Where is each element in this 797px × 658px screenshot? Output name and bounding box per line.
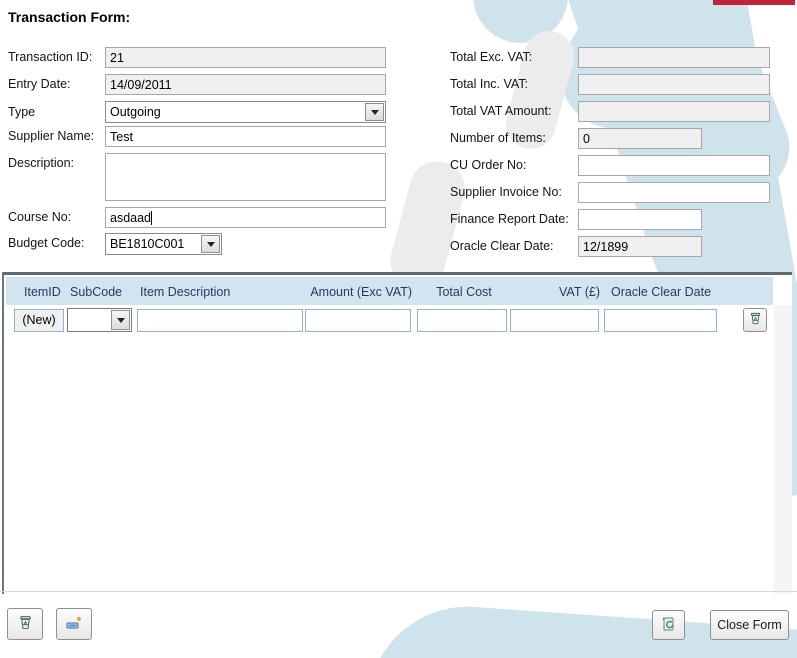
- column-header-amount-exc-vat: Amount (Exc VAT): [310, 285, 412, 299]
- course-no-label: Course No:: [8, 210, 72, 224]
- type-label: Type: [8, 105, 36, 119]
- items-subform: ItemID SubCode Item Description Amount (…: [2, 272, 792, 594]
- close-form-button[interactable]: Close Form: [710, 610, 789, 640]
- trash-icon: [17, 614, 34, 634]
- transaction-id-field[interactable]: [105, 47, 386, 68]
- column-header-item-description: Item Description: [140, 285, 231, 299]
- total-vat-amount-field[interactable]: [578, 101, 770, 122]
- items-table-header: ItemID SubCode Item Description Amount (…: [6, 277, 773, 305]
- total-exc-vat-label: Total Exc. VAT:: [450, 50, 533, 64]
- number-of-items-label: Number of Items:: [450, 131, 546, 145]
- page-title: Transaction Form:: [8, 9, 131, 25]
- subform-scrollbar-track[interactable]: [774, 305, 792, 594]
- budget-code-combobox[interactable]: BE1810C001: [105, 233, 222, 255]
- row-total-cost-field[interactable]: [417, 309, 507, 332]
- supplier-name-label: Supplier Name:: [8, 129, 95, 143]
- total-inc-vat-field[interactable]: [578, 74, 770, 95]
- description-label: Description:: [8, 156, 74, 170]
- total-inc-vat-label: Total Inc. VAT:: [450, 77, 529, 91]
- column-header-subcode: SubCode: [70, 285, 123, 299]
- number-of-items-field[interactable]: [578, 128, 702, 149]
- supplier-invoice-no-field[interactable]: [578, 182, 770, 203]
- chevron-down-icon[interactable]: [111, 310, 130, 330]
- row-item-description-field[interactable]: [137, 309, 303, 332]
- column-header-itemid: ItemID: [24, 285, 61, 299]
- delete-record-button[interactable]: [7, 608, 43, 640]
- chevron-down-icon[interactable]: [365, 103, 384, 121]
- total-vat-amount-label: Total VAT Amount:: [450, 104, 552, 118]
- column-header-vat: VAT (£): [559, 285, 600, 299]
- budget-code-label: Budget Code:: [8, 236, 85, 250]
- footer-divider: [0, 591, 797, 592]
- finance-report-date-field[interactable]: [578, 209, 702, 230]
- window-accent-bar: [713, 0, 795, 5]
- form-content: Transaction Form: Transaction ID: Entry …: [0, 0, 797, 658]
- transaction-id-label: Transaction ID:: [8, 50, 93, 64]
- new-record-icon: [65, 614, 83, 635]
- row-amount-exc-vat-field[interactable]: [305, 309, 411, 332]
- row-oracle-clear-date-field[interactable]: [604, 309, 717, 332]
- budget-code-combobox-value: BE1810C001: [110, 237, 185, 251]
- row-itemid-cell: (New): [14, 309, 64, 332]
- oracle-clear-date-label: Oracle Clear Date:: [450, 239, 554, 253]
- finance-report-date-label: Finance Report Date:: [450, 212, 569, 226]
- supplier-invoice-no-label: Supplier Invoice No:: [450, 185, 562, 199]
- chevron-down-icon[interactable]: [201, 235, 220, 253]
- close-form-button-label: Close Form: [717, 618, 782, 632]
- cu-order-no-field[interactable]: [578, 155, 770, 176]
- row-vat-field[interactable]: [510, 309, 599, 332]
- row-delete-button[interactable]: [743, 308, 767, 332]
- cu-order-no-label: CU Order No:: [450, 158, 527, 172]
- type-combobox-value: Outgoing: [110, 105, 161, 119]
- trash-icon: [748, 311, 763, 329]
- refresh-form-button[interactable]: [652, 610, 685, 640]
- total-exc-vat-field[interactable]: [578, 47, 770, 68]
- new-record-button[interactable]: [56, 608, 92, 640]
- column-header-oracle-clear-date: Oracle Clear Date: [611, 285, 712, 299]
- supplier-name-field[interactable]: [105, 126, 386, 147]
- refresh-form-icon: [660, 615, 678, 636]
- transaction-form-window: Transaction Form: Transaction ID: Entry …: [0, 0, 797, 658]
- column-header-total-cost: Total Cost: [436, 285, 492, 299]
- type-combobox[interactable]: Outgoing: [105, 101, 386, 123]
- text-cursor: [151, 211, 152, 225]
- row-subcode-combobox[interactable]: [67, 308, 132, 332]
- entry-date-field[interactable]: [105, 74, 386, 95]
- description-field[interactable]: [105, 153, 386, 201]
- entry-date-label: Entry Date:: [8, 77, 71, 91]
- oracle-clear-date-field[interactable]: [578, 236, 702, 257]
- course-no-field[interactable]: [105, 207, 386, 228]
